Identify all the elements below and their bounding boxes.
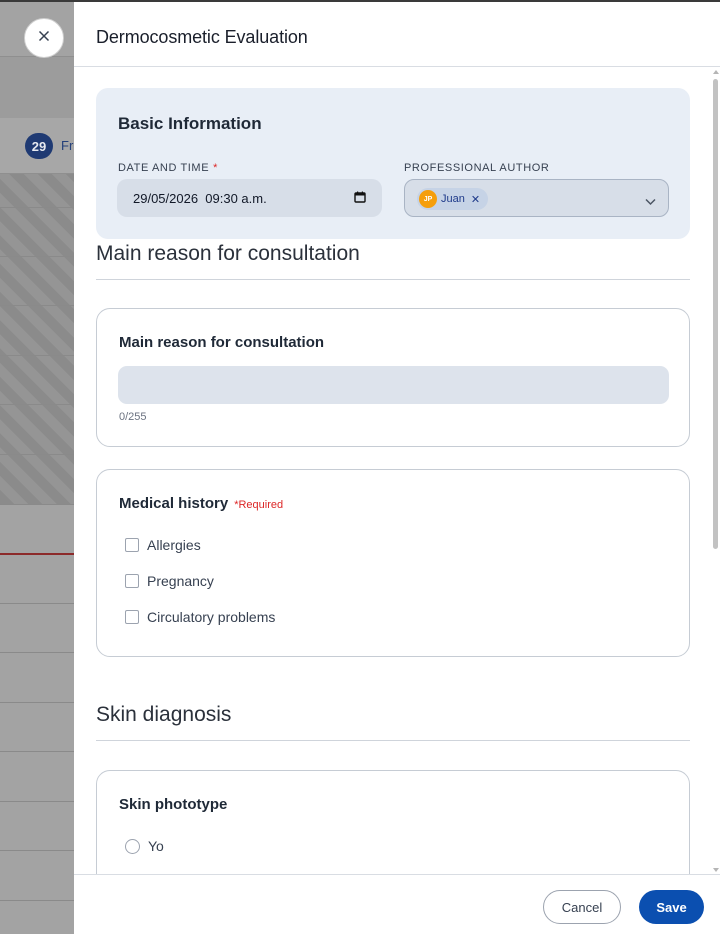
background-toolbar	[0, 56, 74, 118]
background-grid-line	[0, 900, 74, 901]
background-grid-line	[0, 207, 74, 208]
scroll-up-arrow-icon[interactable]	[713, 70, 719, 74]
character-counter: 0/255	[119, 411, 147, 423]
reason-input[interactable]	[118, 366, 669, 404]
checkbox-label: Allergies	[147, 537, 201, 553]
calendar-icon[interactable]	[354, 191, 366, 206]
background-day-number: 29	[25, 133, 53, 159]
background-grid-line	[0, 355, 74, 356]
radio-label: Yo	[148, 838, 164, 854]
background-grid-line	[0, 305, 74, 306]
basic-information-card: Basic Information DATE AND TIME * PROFESS…	[96, 88, 690, 239]
section-divider	[96, 740, 690, 741]
required-tag: *Required	[234, 499, 284, 511]
radio-option-yo[interactable]: Yo	[125, 838, 164, 854]
medical-history-title: Medical history *Required	[119, 495, 284, 512]
background-grid-line	[0, 801, 74, 802]
background-grid-line	[0, 850, 74, 851]
background-calendar: 29 Fr	[0, 0, 74, 934]
skin-section-heading: Skin diagnosis	[96, 703, 232, 726]
reason-card: Main reason for consultation 0/255	[96, 308, 690, 447]
date-time-value: 29/05/2026 09:30 a.m.	[133, 190, 267, 206]
reason-section-heading: Main reason for consultation	[96, 242, 360, 265]
background-grid-line	[0, 504, 74, 505]
save-button[interactable]: Save	[639, 890, 704, 924]
background-grid-line	[0, 702, 74, 703]
background-grid-line	[0, 404, 74, 405]
date-time-input[interactable]: 29/05/2026 09:30 a.m.	[117, 179, 382, 217]
author-chip-name: Juan	[441, 193, 465, 205]
required-star: *	[213, 162, 219, 174]
cancel-button[interactable]: Cancel	[543, 890, 621, 924]
background-grid-line	[0, 751, 74, 752]
scrollbar[interactable]	[710, 67, 720, 875]
medical-history-card: Medical history *Required Allergies Pregn…	[96, 469, 690, 657]
background-current-time-line	[0, 553, 74, 555]
checkbox-label: Pregnancy	[147, 573, 214, 589]
basic-information-title: Basic Information	[118, 114, 262, 133]
chevron-down-icon[interactable]	[645, 193, 656, 211]
professional-author-select[interactable]: JP Juan ✕	[404, 179, 669, 217]
checkbox-box[interactable]	[125, 610, 139, 624]
form-scroll-area[interactable]: Basic Information DATE AND TIME * PROFESS…	[74, 67, 720, 875]
background-grid-line	[0, 454, 74, 455]
panel-header: Dermocosmetic Evaluation	[74, 2, 720, 67]
background-grid-line	[0, 652, 74, 653]
section-divider	[96, 279, 690, 280]
panel-title: Dermocosmetic Evaluation	[96, 27, 308, 47]
date-time-label: DATE AND TIME *	[118, 162, 219, 174]
close-icon[interactable]	[38, 29, 50, 47]
radio-circle[interactable]	[125, 838, 140, 854]
close-button[interactable]	[24, 18, 64, 58]
background-top-edge	[0, 0, 74, 2]
checkbox-pregnancy[interactable]: Pregnancy	[125, 573, 214, 589]
professional-author-label: PROFESSIONAL AUTHOR	[404, 162, 550, 174]
evaluation-panel: Dermocosmetic Evaluation Basic Informati…	[74, 0, 720, 934]
checkbox-allergies[interactable]: Allergies	[125, 537, 201, 553]
panel-footer: Cancel Save	[74, 874, 720, 934]
skin-phototype-title: Skin phototype	[119, 796, 228, 813]
scroll-down-arrow-icon[interactable]	[713, 868, 719, 872]
background-day-label: Fr	[61, 138, 74, 153]
remove-chip-icon[interactable]: ✕	[471, 193, 480, 206]
checkbox-box[interactable]	[125, 574, 139, 588]
background-grid-line	[0, 256, 74, 257]
scrollbar-thumb[interactable]	[713, 79, 718, 549]
checkbox-box[interactable]	[125, 538, 139, 552]
background-grid-line	[0, 603, 74, 604]
avatar: JP	[419, 190, 437, 208]
checkbox-circulatory-problems[interactable]: Circulatory problems	[125, 609, 275, 625]
skin-phototype-card: Skin phototype Yo	[96, 770, 690, 875]
author-chip: JP Juan ✕	[417, 188, 489, 210]
reason-card-title: Main reason for consultation	[119, 334, 325, 351]
checkbox-label: Circulatory problems	[147, 609, 276, 625]
